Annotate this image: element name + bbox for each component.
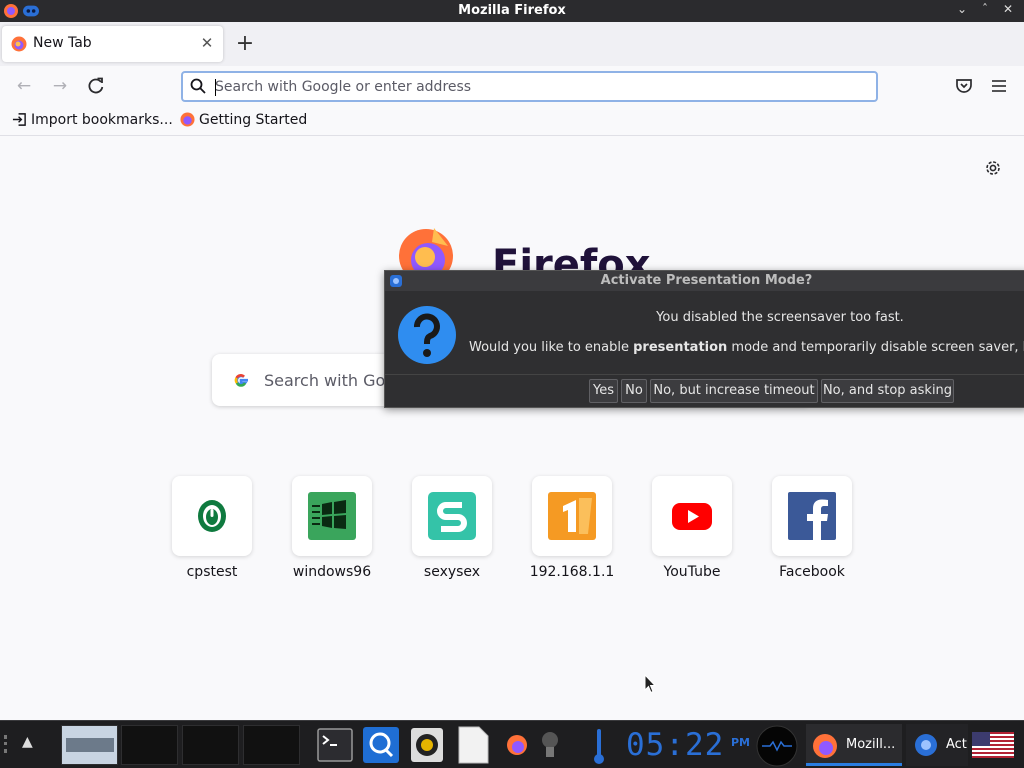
bookmark-import[interactable]: Import bookmarks... [12,112,173,128]
close-tab-icon[interactable]: ✕ [199,34,215,52]
firefox-launcher-icon[interactable] [506,730,528,760]
tab-label: New Tab [33,35,92,51]
tile-card [292,476,372,556]
tile-card [412,476,492,556]
new-tab-button[interactable]: + [233,32,257,56]
close-window-button[interactable]: ✕ [1000,2,1016,16]
message-emphasis: presentation [633,340,728,355]
file-icon[interactable] [457,726,489,764]
increase-timeout-button[interactable]: No, but increase timeout [650,379,818,403]
tile-card [652,476,732,556]
panel-handle[interactable] [4,735,7,753]
workspace-3[interactable] [182,725,239,765]
dialog-titlebar: Activate Presentation Mode? [385,271,1024,291]
show-desktop-icon[interactable]: ▲ [22,734,33,750]
text-caret [215,79,216,96]
task-activate[interactable]: Act [906,724,968,766]
dialog-message-1: You disabled the screensaver too fast. [656,310,904,325]
app-icon [915,734,937,756]
address-input[interactable] [215,76,855,98]
search-tool-icon[interactable] [362,726,400,764]
us-flag-icon[interactable] [972,732,1014,758]
clock-ampm: PM [731,736,751,749]
search-icon [190,78,206,94]
message-text: Would you like to enable [469,340,634,355]
youtube-icon [672,503,712,530]
new-tab-page: Firefox cpstest [0,136,1024,720]
lightbulb-icon[interactable] [538,729,562,761]
workspace-4[interactable] [243,725,300,765]
top-sites: cpstest windows96 sexysex 192.168.1.1 Yo… [0,476,1024,586]
windows-icon [308,492,356,540]
yes-button[interactable]: Yes [589,379,618,403]
bookmark-label: Import bookmarks... [31,112,173,128]
dialog-title: Activate Presentation Mode? [600,273,813,288]
system-monitor-icon[interactable] [756,725,798,767]
facebook-icon [788,492,836,540]
stop-asking-button[interactable]: No, and stop asking [821,379,954,403]
tile-label: YouTube [663,564,721,580]
tab-new-tab[interactable]: New Tab ✕ [2,26,223,62]
bookmark-label: Getting Started [199,112,308,128]
terminal-icon[interactable] [317,728,353,762]
window-titlebar: Mozilla Firefox ⌄ ˆ ✕ [0,0,1024,22]
pocket-icon[interactable] [955,77,973,95]
gear-icon[interactable] [983,158,1003,178]
dialog-divider [385,374,1024,375]
music-player-icon[interactable] [410,727,444,763]
number-one-icon [548,492,596,540]
no-button[interactable]: No [621,379,647,403]
window-title: Mozilla Firefox [458,3,566,18]
message-text: mode and temporarily disable screen save… [727,340,1024,355]
thermometer-icon [594,729,604,764]
mouse-pointer-icon [644,674,656,694]
firefox-icon [11,36,27,52]
tile-label: sexysex [423,564,481,580]
reload-button[interactable] [86,76,106,96]
tile-card [532,476,612,556]
bookmarks-toolbar: Import bookmarks... Getting Started [0,106,1024,136]
firefox-icon [180,112,195,127]
tile-label: windows96 [292,564,372,580]
tile-label: cpstest [186,564,238,580]
desktop: Mozilla Firefox ⌄ ˆ ✕ New Tab ✕ + ← → Se… [0,0,1024,768]
back-button[interactable]: ← [13,75,35,97]
tab-strip: New Tab ✕ + [0,22,1024,66]
s-letter-icon [428,492,476,540]
navigation-toolbar: ← → [0,66,1024,106]
tile-label: 192.168.1.1 [529,564,615,580]
tile-card [172,476,252,556]
minimize-button[interactable]: ⌄ [954,2,970,16]
bookmark-getting-started[interactable]: Getting Started [180,112,307,128]
import-icon [12,113,26,126]
mouse-icon [198,500,226,532]
dialog-message-2: Would you like to enable presentation mo… [469,340,1024,355]
task-label: Act [946,737,967,752]
maximize-button[interactable]: ˆ [977,2,993,16]
firefox-icon [813,734,837,758]
task-label: Mozill... [846,737,896,752]
taskbar: ▲ 05:22 PM Mozill... Act [0,720,1024,768]
presentation-mode-dialog: Activate Presentation Mode? You disabled… [384,270,1024,408]
tile-card [772,476,852,556]
tile-label: Facebook [779,564,845,580]
workspace-preview [66,738,114,752]
address-bar[interactable] [181,71,878,102]
clock-time: 05:22 [626,727,725,763]
workspace-2[interactable] [121,725,178,765]
task-firefox[interactable]: Mozill... [806,724,902,766]
workspace-1[interactable] [61,725,118,765]
google-icon [234,374,248,387]
menu-icon[interactable] [991,78,1007,94]
forward-button[interactable]: → [49,75,71,97]
